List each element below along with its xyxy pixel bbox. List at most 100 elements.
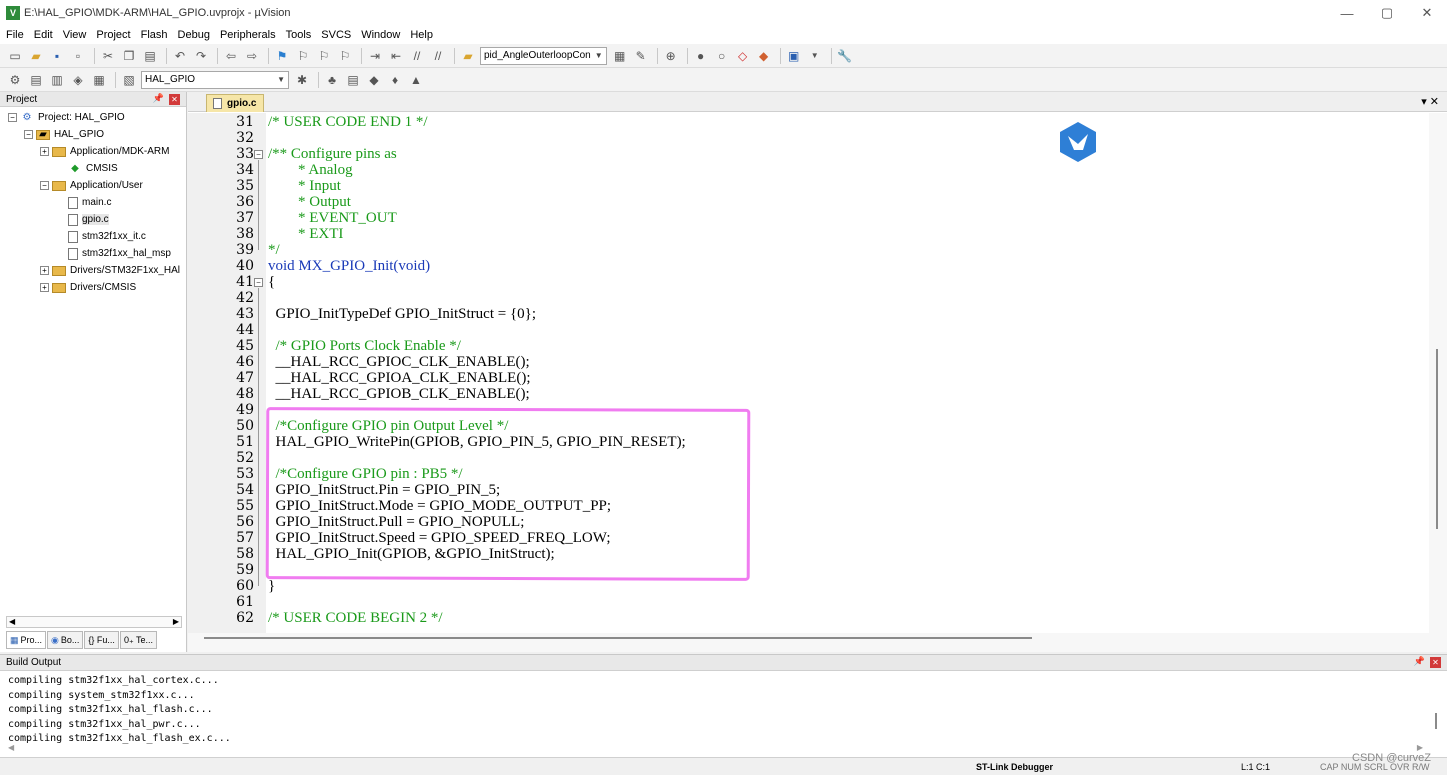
build-icon[interactable]: ▤ xyxy=(27,71,45,89)
tree-item[interactable]: − Application/User xyxy=(0,177,186,194)
build-hscrollbar[interactable]: ◀ ▶ xyxy=(0,743,1447,757)
expand-icon[interactable]: + xyxy=(40,283,49,292)
disable-breakpoint-icon[interactable]: ◇ xyxy=(734,47,752,65)
paste-icon[interactable]: ▤ xyxy=(141,47,159,65)
pack-installer-icon[interactable]: ▲ xyxy=(407,71,425,89)
build-scroll-thumb[interactable] xyxy=(1435,713,1437,729)
menu-svcs[interactable]: SVCS xyxy=(321,29,351,41)
tree-item[interactable]: main.c xyxy=(0,194,186,211)
scroll-right-icon[interactable]: ▶ xyxy=(1417,743,1423,752)
tree-item[interactable]: ◆ CMSIS xyxy=(0,160,186,177)
comment-icon[interactable]: // xyxy=(408,47,426,65)
fold-toggle-icon[interactable]: − xyxy=(254,278,263,287)
collapse-icon[interactable]: − xyxy=(24,130,33,139)
bookmark-icon[interactable]: ⚑ xyxy=(273,47,291,65)
build-output-text[interactable]: compiling stm32f1xx_hal_cortex.c... comp… xyxy=(8,674,231,747)
debug-start-icon[interactable]: ● xyxy=(692,47,710,65)
unindent-icon[interactable]: ⇤ xyxy=(387,47,405,65)
chevron-down-icon[interactable]: ▼ xyxy=(806,47,824,65)
uncomment-icon[interactable]: // xyxy=(429,47,447,65)
batch-build-icon[interactable]: ◈ xyxy=(69,71,87,89)
next-bookmark-icon[interactable]: ⚐ xyxy=(315,47,333,65)
target-options-icon[interactable]: ✱ xyxy=(293,71,311,89)
tree-item[interactable]: stm32f1xx_hal_msp xyxy=(0,245,186,262)
copy-icon[interactable]: ❐ xyxy=(120,47,138,65)
menu-tools[interactable]: Tools xyxy=(286,29,312,41)
menu-view[interactable]: View xyxy=(63,29,87,41)
tree-item[interactable]: + Drivers/CMSIS xyxy=(0,279,186,296)
scroll-thumb[interactable] xyxy=(1436,349,1438,529)
fold-toggle-icon[interactable]: − xyxy=(254,150,263,159)
menu-window[interactable]: Window xyxy=(361,29,400,41)
find-icon[interactable]: ✎ xyxy=(632,47,650,65)
tab-functions[interactable]: {} Fu... xyxy=(84,631,119,649)
translate-icon[interactable]: ⚙ xyxy=(6,71,24,89)
zoom-search-icon[interactable]: ⊕ xyxy=(662,47,680,65)
project-hscrollbar[interactable]: ◀ ▶ xyxy=(6,616,182,628)
maximize-button[interactable]: ▢ xyxy=(1367,0,1407,26)
download-icon[interactable]: ▦ xyxy=(90,71,108,89)
manage-components-icon[interactable]: ♣ xyxy=(323,71,341,89)
rebuild-icon[interactable]: ▥ xyxy=(48,71,66,89)
tab-gpio-c[interactable]: gpio.c xyxy=(206,94,264,112)
save-icon[interactable]: ▪ xyxy=(48,47,66,65)
menu-edit[interactable]: Edit xyxy=(34,29,53,41)
cut-icon[interactable]: ✂ xyxy=(99,47,117,65)
minimize-button[interactable]: — xyxy=(1327,0,1367,26)
editor-vscrollbar[interactable] xyxy=(1429,113,1447,633)
expand-icon[interactable]: + xyxy=(40,147,49,156)
rte-icon[interactable]: ◆ xyxy=(365,71,383,89)
menu-project[interactable]: Project xyxy=(96,29,130,41)
tree-item[interactable]: − ⚙ Project: HAL_GPIO xyxy=(0,109,186,126)
nav-back-icon[interactable]: ⇦ xyxy=(222,47,240,65)
tree-item[interactable]: + Application/MDK-ARM xyxy=(0,143,186,160)
breakpoint-icon[interactable]: ○ xyxy=(713,47,731,65)
window-layout-icon[interactable]: ▣ xyxy=(785,47,803,65)
new-file-icon[interactable]: ▭ xyxy=(6,47,24,65)
expand-icon[interactable]: + xyxy=(40,266,49,275)
kill-breakpoints-icon[interactable]: ◆ xyxy=(755,47,773,65)
pin-icon[interactable]: 📌 xyxy=(153,93,164,104)
save-all-icon[interactable]: ▫ xyxy=(69,47,87,65)
editor-hscrollbar[interactable] xyxy=(188,633,1447,652)
function-combo[interactable]: pid_AngleOuterloopCon ▼ xyxy=(480,46,607,65)
redo-icon[interactable]: ↷ xyxy=(192,47,210,65)
collapse-icon[interactable]: − xyxy=(40,181,49,190)
target-combo[interactable]: HAL_GPIO ▼ xyxy=(141,70,289,89)
undo-icon[interactable]: ↶ xyxy=(171,47,189,65)
clear-bookmarks-icon[interactable]: ⚐ xyxy=(336,47,354,65)
tab-project[interactable]: ▦ Pro... xyxy=(6,631,47,649)
file-icon xyxy=(68,196,78,209)
tab-books[interactable]: ◉ Bo... xyxy=(47,631,84,649)
incremental-find-icon[interactable]: ▦ xyxy=(611,47,629,65)
find-in-files-icon[interactable]: ▰ xyxy=(459,47,477,65)
scroll-thumb[interactable] xyxy=(204,637,1032,639)
open-folder-icon[interactable]: ▰ xyxy=(27,47,45,65)
scroll-right-icon[interactable]: ▶ xyxy=(173,617,179,626)
menu-help[interactable]: Help xyxy=(410,29,433,41)
configure-wrench-icon[interactable]: 🔧 xyxy=(836,47,854,65)
scroll-left-icon[interactable]: ◀ xyxy=(8,743,14,752)
tree-item[interactable]: stm32f1xx_it.c xyxy=(0,228,186,245)
tab-list-chevron-icon[interactable]: ▾ ✕ xyxy=(1421,95,1439,108)
scroll-left-icon[interactable]: ◀ xyxy=(9,617,15,626)
menu-peripherals[interactable]: Peripherals xyxy=(220,29,276,41)
tree-item[interactable]: + Drivers/STM32F1xx_HAl xyxy=(0,262,186,279)
tree-item[interactable]: − ▰ HAL_GPIO xyxy=(0,126,186,143)
load-icon[interactable]: ▧ xyxy=(120,71,138,89)
pin-icon[interactable]: 📌 xyxy=(1414,656,1425,667)
tab-templates[interactable]: 0₊ Te... xyxy=(119,631,158,649)
menu-file[interactable]: File xyxy=(6,29,24,41)
select-software-packs-icon[interactable]: ♦ xyxy=(386,71,404,89)
close-icon[interactable]: ✕ xyxy=(169,94,180,105)
menu-debug[interactable]: Debug xyxy=(178,29,210,41)
tree-item[interactable]: gpio.c xyxy=(0,211,186,228)
indent-icon[interactable]: ⇥ xyxy=(366,47,384,65)
menu-flash[interactable]: Flash xyxy=(141,29,168,41)
file-extensions-icon[interactable]: ▤ xyxy=(344,71,362,89)
prev-bookmark-icon[interactable]: ⚐ xyxy=(294,47,312,65)
collapse-icon[interactable]: − xyxy=(8,113,17,122)
close-icon[interactable]: ✕ xyxy=(1430,657,1441,668)
close-window-button[interactable]: ✕ xyxy=(1407,0,1447,26)
nav-forward-icon[interactable]: ⇨ xyxy=(243,47,261,65)
